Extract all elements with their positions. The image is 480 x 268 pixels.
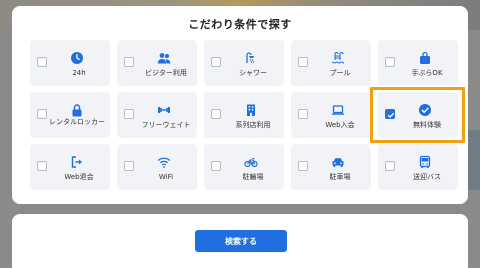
option-wifi[interactable]: WiFi <box>117 144 197 190</box>
option-bicycle-parking[interactable]: 駐輪場 <box>204 144 284 190</box>
option-label: 24h <box>72 69 86 77</box>
option-label: レンタルロッカー <box>49 118 105 126</box>
checkbox[interactable] <box>124 57 134 67</box>
building-icon <box>247 104 255 116</box>
bus-icon <box>419 155 431 168</box>
option-label: WiFi <box>158 173 174 181</box>
checkbox-checked[interactable] <box>385 109 395 119</box>
option-label: 手ぶらOK <box>411 69 443 77</box>
checkbox[interactable] <box>211 161 221 171</box>
search-button[interactable]: 検索する <box>195 230 287 252</box>
car-icon <box>332 158 344 167</box>
options-grid: 24h ビジター利用 シャワー プール 手ぶらOK レンタルロッカー フリーウェ… <box>30 40 458 190</box>
checkbox[interactable] <box>298 57 308 67</box>
lock-icon <box>72 104 82 117</box>
shower-icon <box>246 52 255 63</box>
option-bag[interactable]: 手ぶらOK <box>378 40 458 86</box>
checkbox[interactable] <box>124 161 134 171</box>
option-label: Web退会 <box>64 173 94 181</box>
option-locker[interactable]: レンタルロッカー <box>30 92 110 138</box>
clock-icon <box>71 52 83 64</box>
option-label: 系列店利用 <box>235 121 271 129</box>
filter-modal: こだわり条件で探す 24h ビジター利用 シャワー プール 手ぶらOK レンタル… <box>12 6 468 204</box>
option-shuttle-bus[interactable]: 送迎バス <box>378 144 458 190</box>
checkbox[interactable] <box>298 109 308 119</box>
laptop-icon <box>332 105 344 115</box>
logout-icon <box>71 156 82 168</box>
users-icon <box>157 53 171 64</box>
option-web-cancel[interactable]: Web退会 <box>30 144 110 190</box>
option-shower[interactable]: シャワー <box>204 40 284 86</box>
option-visitor[interactable]: ビジター利用 <box>117 40 197 86</box>
checkbox[interactable] <box>298 161 308 171</box>
option-label: シャワー <box>239 69 267 77</box>
option-car-parking[interactable]: 駐車場 <box>291 144 371 190</box>
modal-footer: 検索する <box>12 214 468 268</box>
checkbox[interactable] <box>211 57 221 67</box>
checkbox[interactable] <box>124 109 134 119</box>
option-free-weight[interactable]: フリーウェイト <box>117 92 197 138</box>
checkbox[interactable] <box>385 161 395 171</box>
checkbox[interactable] <box>37 161 47 171</box>
option-label: フリーウェイト <box>141 121 191 129</box>
option-label: ビジター利用 <box>145 69 187 77</box>
option-label: プール <box>329 69 351 77</box>
checkbox[interactable] <box>37 57 47 67</box>
option-label: 駐輪場 <box>242 173 264 181</box>
option-24h[interactable]: 24h <box>30 40 110 86</box>
option-label: 駐車場 <box>329 173 351 181</box>
check-circle-icon <box>419 104 431 116</box>
option-label: 無料体験 <box>413 121 441 129</box>
checkmark-icon <box>387 112 395 118</box>
checkbox[interactable] <box>385 57 395 67</box>
option-affiliate[interactable]: 系列店利用 <box>204 92 284 138</box>
option-pool[interactable]: プール <box>291 40 371 86</box>
option-web-join[interactable]: Web入会 <box>291 92 371 138</box>
modal-title: こだわり条件で探す <box>188 18 292 31</box>
bag-icon <box>420 51 430 64</box>
checkbox[interactable] <box>211 109 221 119</box>
wifi-icon <box>157 157 171 168</box>
option-free-trial[interactable]: 無料体験 <box>378 92 458 138</box>
option-label: Web入会 <box>325 121 355 129</box>
dumbbell-icon <box>158 107 170 113</box>
option-label: 送迎バス <box>413 173 441 181</box>
bicycle-icon <box>244 157 258 168</box>
pool-icon <box>331 52 345 64</box>
